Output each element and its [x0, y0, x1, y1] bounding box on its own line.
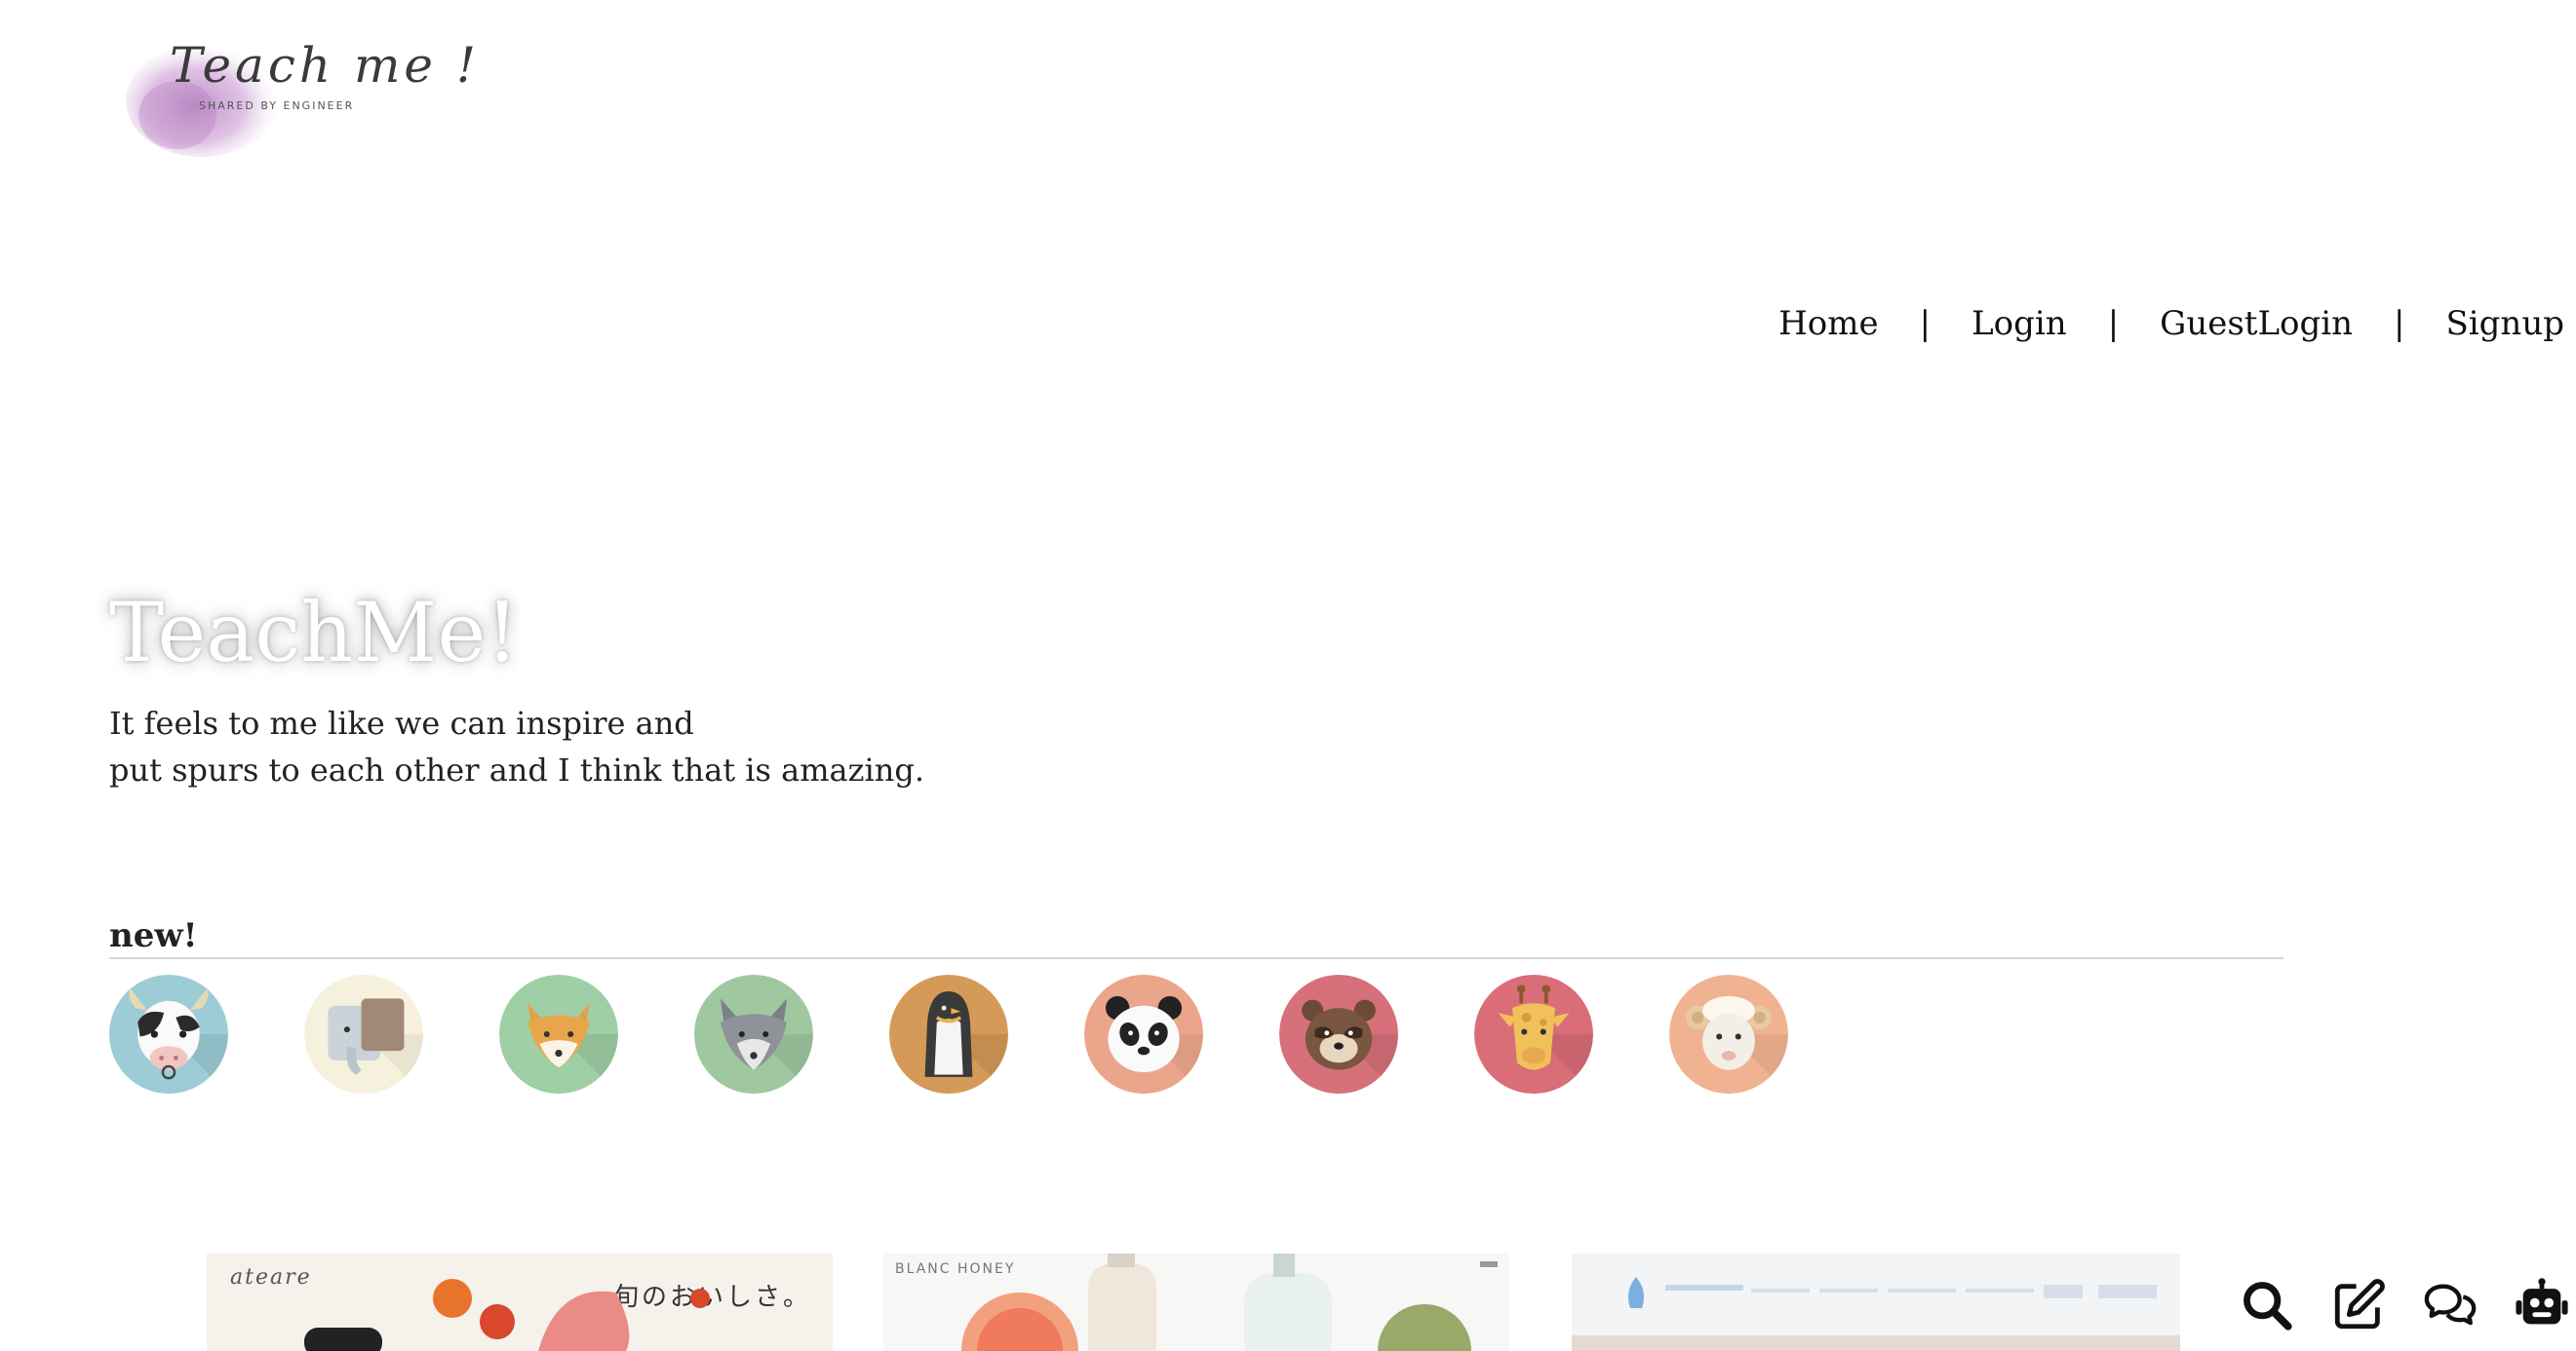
main-nav: Home | Login | GuestLogin | Signup [1778, 304, 2564, 343]
user-avatar[interactable] [1279, 975, 1398, 1094]
hero-line-2: put spurs to each other and I think that… [109, 752, 924, 789]
fox-icon [499, 975, 618, 1094]
user-avatar[interactable] [109, 975, 228, 1094]
post-card[interactable]: BLANC HONEY [883, 1254, 1509, 1351]
nav-separator: | [2394, 304, 2405, 343]
card-thumbnail-art [961, 1254, 1498, 1351]
logo-script-text: Teach me ! [170, 37, 480, 94]
nav-signup-link[interactable]: Signup [2446, 304, 2565, 343]
search-button[interactable] [2233, 1271, 2301, 1339]
new-section-label: new! [109, 916, 198, 955]
hero-title: TeachMe! [109, 585, 519, 680]
sheep-icon [1669, 975, 1788, 1094]
nav-login-link[interactable]: Login [1971, 304, 2067, 343]
chat-button[interactable] [2416, 1271, 2484, 1339]
hero-description: It feels to me like we can inspire and p… [109, 700, 924, 793]
user-avatar[interactable] [1084, 975, 1203, 1094]
site-logo[interactable]: Teach me ! SHARED BY ENGINEER [119, 27, 476, 164]
cow-icon [109, 975, 228, 1094]
user-avatar[interactable] [1474, 975, 1593, 1094]
bear-icon [1279, 975, 1398, 1094]
search-icon [2244, 1282, 2292, 1331]
bot-button[interactable] [2508, 1271, 2576, 1339]
new-post-button[interactable] [2324, 1271, 2393, 1339]
hero-line-1: It feels to me like we can inspire and [109, 705, 694, 742]
chat-icon [2424, 1284, 2477, 1326]
floating-toolbar [2209, 1271, 2576, 1339]
user-avatar[interactable] [694, 975, 813, 1094]
logo-tagline: SHARED BY ENGINEER [199, 99, 355, 112]
user-avatar[interactable] [304, 975, 423, 1094]
wolf-icon [694, 975, 813, 1094]
penguin-icon [889, 975, 1008, 1094]
section-divider [109, 957, 2283, 959]
user-avatar[interactable] [1669, 975, 1788, 1094]
card-thumbnail-art [304, 1279, 710, 1351]
nav-home-link[interactable]: Home [1778, 304, 1878, 343]
elephant-icon [304, 975, 423, 1094]
user-avatar[interactable] [499, 975, 618, 1094]
robot-icon [2516, 1278, 2568, 1325]
nav-guestlogin-link[interactable]: GuestLogin [2160, 304, 2353, 343]
post-card[interactable] [1572, 1254, 2180, 1351]
post-card[interactable]: ateare 旬のおいしさ。 [207, 1254, 833, 1351]
user-avatar[interactable] [889, 975, 1008, 1094]
nav-separator: | [1919, 304, 1932, 343]
giraffe-icon [1474, 975, 1593, 1094]
panda-icon [1084, 975, 1203, 1094]
nav-separator: | [2107, 304, 2120, 343]
edit-icon [2334, 1279, 2385, 1330]
card-thumbnail-art [1572, 1277, 2180, 1351]
